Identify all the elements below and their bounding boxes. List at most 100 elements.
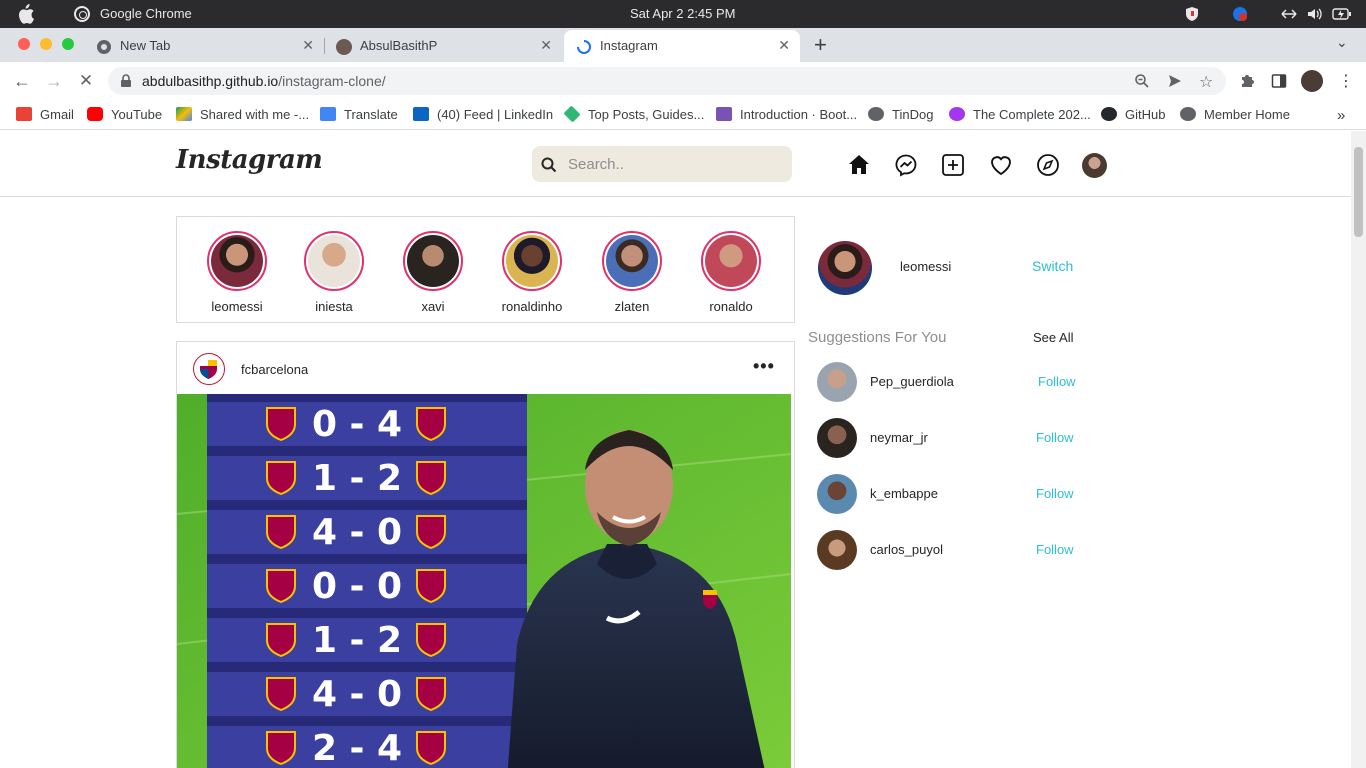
follow-button[interactable]: Follow (1036, 542, 1074, 557)
bookmark-github[interactable]: GitHub (1101, 107, 1165, 123)
story-name: iniesta (315, 299, 353, 314)
new-tab-plus-icon[interactable]: + (814, 32, 827, 58)
new-post-icon[interactable] (941, 153, 965, 177)
search-input[interactable] (568, 153, 778, 175)
bookmark-member-home[interactable]: Member Home (1180, 107, 1290, 123)
close-icon[interactable]: ✕ (540, 37, 552, 54)
search-bar[interactable] (532, 146, 792, 182)
forward-arrow-icon[interactable]: → (43, 70, 65, 92)
post-image[interactable]: 0 - 4 1 - 2 4 - 0 0 - 0 1 - 2 4 - 0 2 - 4 (177, 394, 791, 768)
battery-icon[interactable] (1332, 6, 1352, 22)
suggestion-username[interactable]: neymar_jr (870, 430, 928, 445)
post-username[interactable]: fcbarcelona (241, 362, 308, 377)
tab-new-tab[interactable]: New Tab ✕ (84, 30, 324, 62)
close-window-button[interactable] (18, 38, 30, 50)
shield-icon[interactable] (1184, 6, 1200, 22)
tab-search-chevron-down-icon[interactable]: ⌄ (1336, 34, 1348, 51)
story-ring (701, 231, 761, 291)
diamond-icon (563, 105, 581, 123)
score-row: 1 - 2 (207, 618, 527, 662)
explore-compass-icon[interactable] (1036, 153, 1060, 177)
bookmark-star-icon[interactable]: ☆ (1199, 72, 1213, 92)
story-iniesta[interactable]: iniesta (294, 231, 374, 314)
follow-button[interactable]: Follow (1036, 486, 1074, 501)
send-icon[interactable] (1167, 73, 1183, 94)
story-leomessi[interactable]: leomessi (197, 231, 277, 314)
volume-icon[interactable] (1306, 6, 1324, 22)
more-options-icon[interactable]: ••• (753, 356, 775, 377)
close-icon[interactable]: ✕ (302, 37, 314, 54)
story-ronaldo[interactable]: ronaldo (691, 231, 771, 314)
post-header: fcbarcelona ••• (177, 342, 794, 394)
suggestion-username[interactable]: Pep_guerdiola (870, 374, 954, 389)
drive-icon (176, 107, 192, 121)
bookmark-linkedin[interactable]: (40) Feed | LinkedIn (413, 107, 553, 123)
tab-absulbasithp[interactable]: AbsulBasithP ✕ (324, 30, 562, 62)
loading-spinner-icon (576, 39, 592, 55)
fcbarcelona-avatar[interactable] (193, 353, 225, 385)
extensions-puzzle-icon[interactable] (1239, 73, 1255, 94)
follow-button[interactable]: Follow (1038, 374, 1076, 389)
notification-icon[interactable] (1232, 6, 1248, 22)
search-icon (541, 157, 557, 178)
suggestion-avatar[interactable] (817, 474, 857, 514)
minimize-window-button[interactable] (40, 38, 52, 50)
back-arrow-icon[interactable]: ← (11, 70, 33, 92)
tab-instagram[interactable]: Instagram ✕ (564, 30, 800, 62)
switch-account-button[interactable]: Switch (1032, 258, 1073, 274)
home-icon[interactable] (847, 153, 871, 177)
avatar (705, 235, 757, 287)
follow-button[interactable]: Follow (1036, 430, 1074, 445)
stop-loading-icon[interactable]: ✕ (75, 70, 97, 92)
see-all-link[interactable]: See All (1033, 330, 1073, 345)
bookmark-youtube[interactable]: YouTube (87, 107, 162, 123)
profile-avatar[interactable] (1082, 153, 1107, 178)
page-viewport: Instagram leomessi (0, 131, 1351, 768)
url-text[interactable]: abdulbasithp.github.io/instagram-clone/ (142, 73, 386, 89)
profile-avatar[interactable] (1301, 70, 1323, 92)
scrollbar-thumb[interactable] (1354, 147, 1363, 237)
page-scrollbar[interactable] (1351, 131, 1366, 768)
more-menu-icon[interactable]: ⋮ (1338, 71, 1354, 91)
bookmark-udemy[interactable]: The Complete 202... (949, 107, 1091, 123)
address-bar[interactable]: abdulbasithp.github.io/instagram-clone/ … (108, 67, 1226, 95)
side-panel-icon[interactable] (1271, 73, 1287, 94)
lock-icon[interactable] (120, 74, 132, 93)
suggestion-username[interactable]: k_embappe (870, 486, 938, 501)
bookmark-translate[interactable]: Translate (320, 107, 398, 123)
bookmark-gmail[interactable]: Gmail (16, 107, 74, 123)
bookmark-top-posts[interactable]: Top Posts, Guides... (563, 105, 704, 123)
suggestion-avatar[interactable] (817, 362, 857, 402)
suggestion-username[interactable]: carlos_puyol (870, 542, 943, 557)
current-user-avatar[interactable] (818, 241, 872, 295)
score-text: 4 - 0 (312, 512, 402, 553)
instagram-logo[interactable]: Instagram (176, 145, 323, 175)
barcelona-crest-icon (200, 360, 217, 379)
suggestion-avatar[interactable] (817, 530, 857, 570)
messenger-icon[interactable] (894, 153, 918, 177)
story-ring (502, 231, 562, 291)
apple-icon[interactable] (16, 4, 34, 24)
suggestion-avatar[interactable] (817, 418, 857, 458)
bookmarks-bar: Gmail YouTube Shared with me -... Transl… (0, 100, 1366, 130)
chrome-icon (96, 39, 112, 55)
clock[interactable]: Sat Apr 2 2:45 PM (630, 6, 736, 21)
close-icon[interactable]: ✕ (778, 37, 790, 54)
score-row: 4 - 0 (207, 672, 527, 716)
story-xavi[interactable]: xavi (393, 231, 473, 314)
network-icon[interactable] (1280, 6, 1298, 22)
bookmark-tindog[interactable]: TinDog (868, 107, 933, 123)
team-left-crest-icon (266, 623, 296, 658)
story-ronaldinho[interactable]: ronaldinho (492, 231, 572, 314)
avatar (308, 235, 360, 287)
current-user-name[interactable]: leomessi (900, 259, 951, 274)
bookmark-bootstrap[interactable]: Introduction · Boot... (716, 107, 857, 123)
heart-icon[interactable] (989, 153, 1013, 177)
maximize-window-button[interactable] (62, 38, 74, 50)
bookmarks-overflow-chevron-icon[interactable]: » (1337, 107, 1345, 124)
team-right-crest-icon (416, 677, 446, 712)
bookmark-drive[interactable]: Shared with me -... (176, 107, 309, 123)
youtube-icon (87, 107, 103, 121)
zoom-icon[interactable] (1134, 73, 1150, 94)
story-zlaten[interactable]: zlaten (592, 231, 672, 314)
